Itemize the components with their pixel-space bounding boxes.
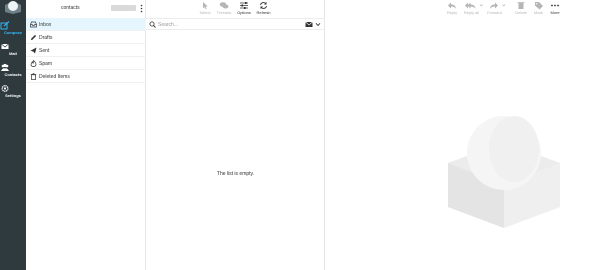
kebab-menu-icon[interactable]: [140, 4, 143, 13]
cursor-icon: [203, 2, 208, 10]
more-button[interactable]: More: [547, 1, 563, 15]
compose-icon: [0, 21, 10, 30]
delete-button[interactable]: Delete: [513, 1, 529, 15]
forward-label: Forward: [487, 10, 502, 15]
refresh-label: Refresh: [256, 10, 271, 15]
mail-label: Mail: [9, 51, 17, 56]
folder-list-panel: contacts Inbox Drafts Sent Spam Deleted …: [26, 0, 146, 270]
empty-list-message: The list is empty.: [216, 171, 255, 177]
folder-name: Deleted Items: [39, 74, 70, 80]
message-list-panel: Select Threads Options Refresh Search...…: [146, 0, 325, 270]
sliders-icon: [240, 2, 248, 9]
delete-label: Delete: [515, 10, 527, 15]
trash-icon: [30, 73, 37, 80]
options-button[interactable]: Options: [234, 1, 254, 15]
search-icon: [149, 21, 156, 28]
folder-deleted-items[interactable]: Deleted Items: [26, 70, 146, 83]
reply-button[interactable]: Reply: [444, 1, 460, 15]
mark-label: Mark: [534, 10, 543, 15]
task-menu: Compose Mail Contacts Settings: [0, 0, 26, 270]
reply-icon: [448, 2, 456, 9]
envelope-icon[interactable]: [305, 21, 313, 28]
mark-button[interactable]: Mark: [531, 1, 546, 15]
paper-plane-icon: [30, 47, 37, 54]
folder-drafts[interactable]: Drafts: [26, 31, 146, 44]
message-list-toolbar: Select Threads Options Refresh: [146, 0, 325, 18]
search-input[interactable]: [158, 20, 298, 29]
search-bar: [146, 18, 325, 30]
more-label: More: [550, 10, 560, 15]
settings-button[interactable]: Settings: [0, 82, 26, 100]
threads-button[interactable]: Threads: [214, 1, 234, 15]
tag-icon: [535, 2, 543, 10]
contacts-label: Contacts: [4, 72, 22, 77]
mail-icon: [1, 43, 9, 49]
forward-button[interactable]: Forward: [483, 1, 506, 15]
threads-label: Threads: [216, 10, 232, 15]
refresh-button[interactable]: Refresh: [254, 1, 273, 15]
select-label: Select: [199, 10, 211, 15]
gear-icon: [1, 85, 9, 92]
contacts-icon: [1, 63, 9, 71]
folders-header: contacts: [26, 0, 146, 18]
fire-icon: [30, 60, 37, 67]
forward-icon: [490, 2, 506, 9]
trash-icon: [517, 2, 525, 9]
reply-all-button[interactable]: Reply all: [460, 1, 483, 15]
folder-inbox[interactable]: Inbox: [26, 18, 146, 31]
folder-sent[interactable]: Sent: [26, 44, 146, 57]
account-name-redacted: [111, 5, 136, 11]
message-preview-panel: Reply Reply all Forward Delete Mark More: [325, 0, 599, 270]
settings-label: Settings: [5, 93, 21, 98]
contacts-button[interactable]: Contacts: [0, 61, 26, 79]
more-icon: [551, 4, 559, 7]
folder-name: Sent: [39, 48, 50, 54]
chevron-down-icon[interactable]: [315, 22, 321, 27]
threads-icon: [219, 2, 229, 9]
reply-all-icon: [465, 2, 483, 9]
refresh-icon: [260, 2, 267, 9]
folder-name: Drafts: [39, 35, 53, 41]
compose-button[interactable]: Compose: [0, 19, 26, 37]
inbox-icon: [30, 21, 37, 28]
folder-name: Spam: [39, 61, 53, 67]
compose-label: Compose: [3, 30, 23, 35]
message-toolbar: Reply Reply all Forward Delete Mark More: [325, 0, 599, 18]
options-label: Options: [237, 10, 251, 15]
logo-icon: [5, 1, 21, 14]
reply-all-label: Reply all: [463, 10, 480, 15]
folder-name: Inbox: [39, 22, 52, 28]
reply-label: Reply: [446, 10, 458, 15]
account-name: contacts: [61, 5, 80, 11]
folder-spam[interactable]: Spam: [26, 57, 146, 70]
watermark-logo-icon: [448, 116, 560, 228]
select-button[interactable]: Select: [198, 1, 212, 15]
pencil-icon: [31, 34, 37, 40]
mail-button[interactable]: Mail: [0, 40, 26, 58]
